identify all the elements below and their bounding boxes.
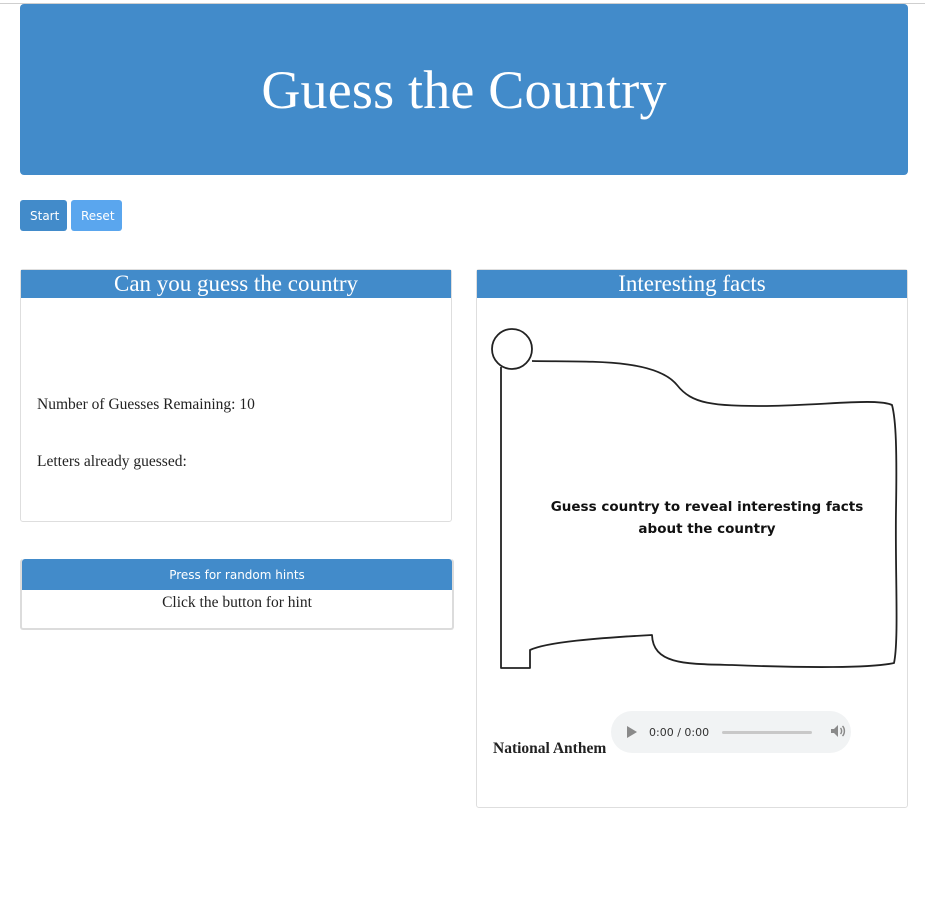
random-hint-button[interactable]: Press for random hints	[22, 559, 452, 590]
reset-button[interactable]: Reset	[71, 200, 122, 231]
flag-message: Guess country to reveal interesting fact…	[547, 496, 867, 540]
anthem-audio-player[interactable]: 0:00 / 0:00	[611, 711, 851, 753]
page-title: Guess the Country	[261, 59, 667, 120]
guess-panel-title: Can you guess the country	[21, 270, 451, 298]
hint-text: Click the button for hint	[162, 594, 312, 611]
facts-panel-title: Interesting facts	[477, 270, 907, 298]
national-anthem-label: National Anthem	[493, 740, 607, 757]
hint-panel: Press for random hints Click the button …	[20, 559, 454, 630]
guesses-remaining: Number of Guesses Remaining: 10	[37, 396, 255, 413]
flag-message-line-2: about the country	[638, 521, 776, 537]
letters-guessed: Letters already guessed:	[37, 453, 187, 470]
facts-panel: Interesting facts Guess country to revea…	[476, 269, 908, 808]
guess-panel: Can you guess the country Number of Gues…	[20, 269, 452, 522]
start-button[interactable]: Start	[20, 200, 67, 231]
volume-icon[interactable]	[830, 724, 846, 741]
audio-progress-track[interactable]	[722, 730, 813, 734]
page-header: Guess the Country	[20, 4, 908, 175]
audio-time: 0:00 / 0:00	[649, 725, 710, 739]
flag-message-line-1: Guess country to reveal interesting fact…	[550, 499, 864, 515]
play-icon[interactable]	[627, 726, 637, 738]
